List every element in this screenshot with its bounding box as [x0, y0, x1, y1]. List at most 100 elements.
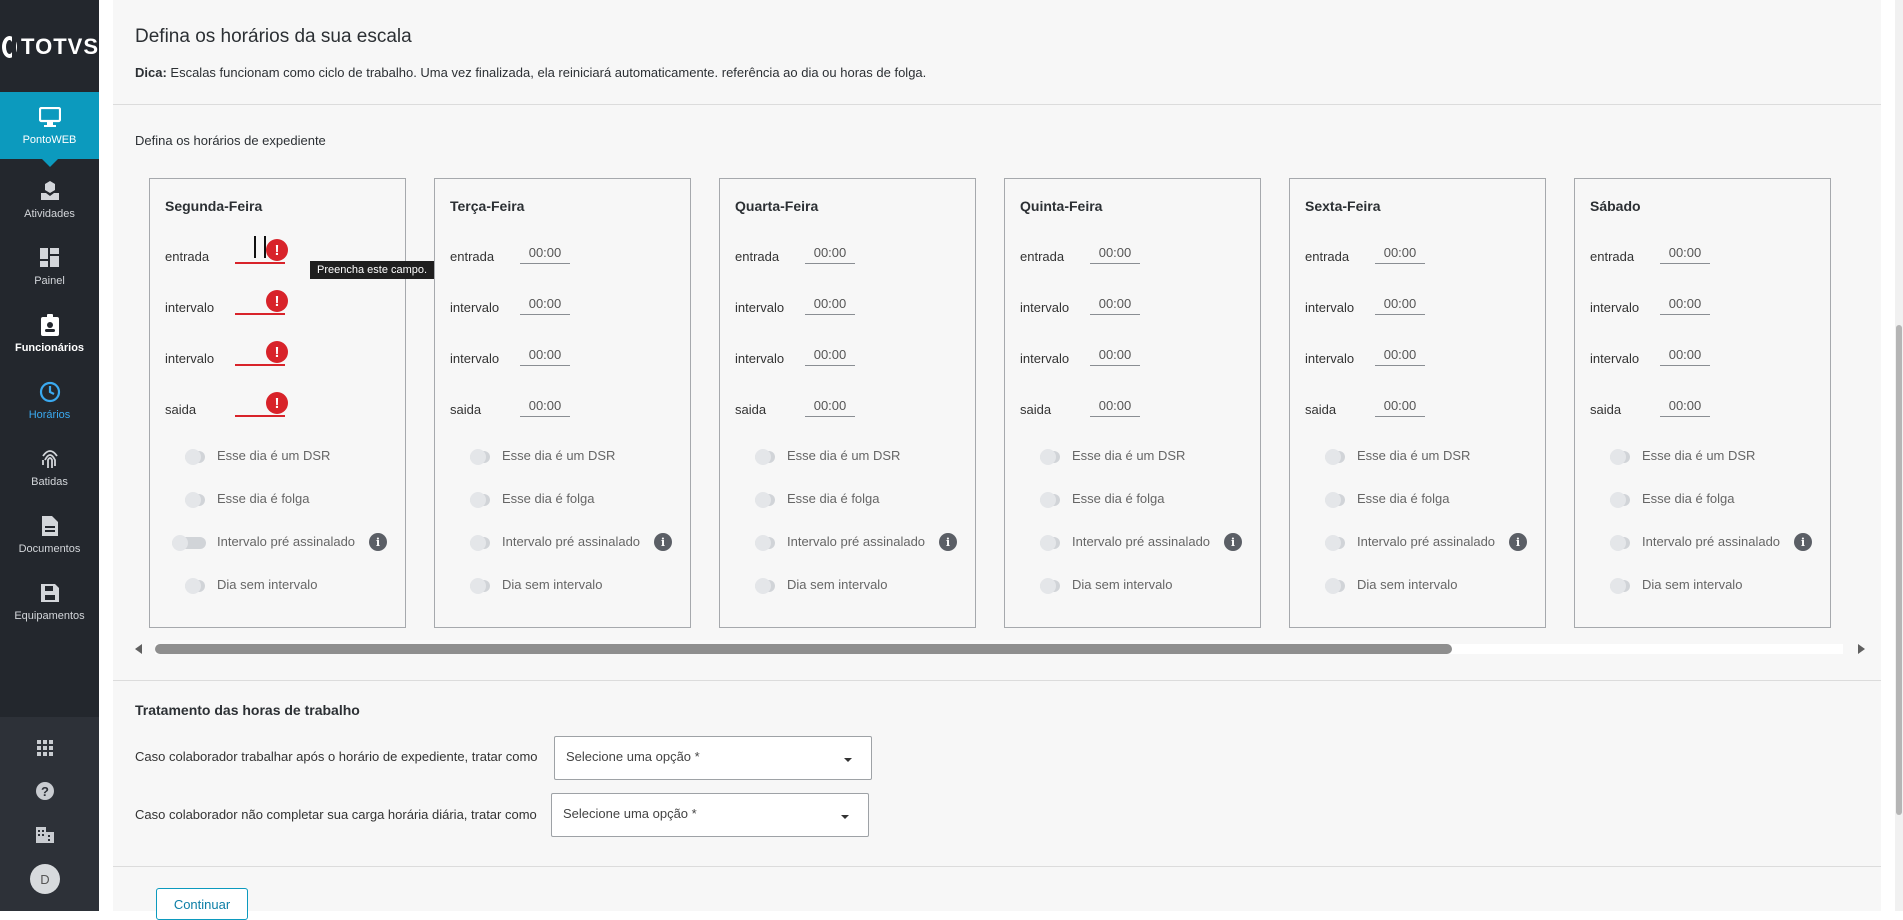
saida-time-input[interactable]: 00:00	[1660, 397, 1710, 417]
info-icon[interactable]: i	[1509, 533, 1527, 551]
sidebar-item-funcionarios[interactable]: Funcionários	[0, 300, 99, 367]
sidebar-item-label: Batidas	[31, 475, 68, 488]
error-icon: !	[266, 239, 288, 261]
saida-time-input[interactable]: 00:00	[1375, 397, 1425, 417]
overtime-select[interactable]: Selecione uma opção *	[554, 736, 872, 780]
toggle-label: Esse dia é folga	[1357, 491, 1450, 506]
sidebar-item-equipamentos[interactable]: Equipamentos	[0, 568, 99, 635]
totvs-logo[interactable]: TOTVS	[0, 30, 99, 64]
toggle-switch[interactable]	[755, 449, 775, 465]
toggle-switch[interactable]	[1610, 578, 1630, 594]
toggle-switch[interactable]	[1325, 449, 1345, 465]
scroll-right-icon[interactable]	[1858, 644, 1865, 654]
info-icon[interactable]: i	[654, 533, 672, 551]
intervalo-2-time-input[interactable]: 00:00	[1090, 346, 1140, 366]
continue-button[interactable]: Continuar	[156, 888, 248, 920]
vertical-scroll-thumb[interactable]	[1896, 325, 1902, 815]
time-row-label: entrada	[450, 249, 495, 264]
toggle-switch[interactable]	[1610, 535, 1630, 551]
scroll-thumb[interactable]	[155, 644, 1452, 654]
toggle-switch[interactable]	[755, 535, 775, 551]
toggle-switch[interactable]	[1325, 578, 1345, 594]
entrada-time-input[interactable]: 00:00	[1090, 244, 1140, 264]
toggle-label: Dia sem intervalo	[1642, 577, 1743, 592]
entrada-time-input[interactable]: 00:00	[1660, 244, 1710, 264]
intervalo-1-time-input[interactable]: 00:00	[1660, 295, 1710, 315]
toggle-switch[interactable]	[185, 492, 205, 508]
saida-time-input[interactable]: 00:00	[520, 397, 570, 417]
toggle-switch[interactable]	[470, 492, 490, 508]
intervalo-2-time-input[interactable]: 00:00	[805, 346, 855, 366]
info-icon[interactable]: i	[939, 533, 957, 551]
day-card-quarta-feira: Quarta-Feira entrada 00:00 intervalo 00:00 in…	[719, 178, 976, 628]
undertime-select[interactable]: Selecione uma opção *	[551, 793, 869, 837]
overtime-select-placeholder: Selecione uma opção *	[566, 749, 700, 764]
time-row-label: intervalo	[450, 351, 500, 366]
sidebar-item-painel[interactable]: Painel	[0, 233, 99, 300]
toggle-label: Intervalo pré assinalado	[1357, 534, 1496, 549]
totvs-logo-icon	[2, 36, 18, 58]
saida-time-input[interactable]: 00:00	[1090, 397, 1140, 417]
toggle-switch[interactable]	[1610, 492, 1630, 508]
day-card-sabado: Sábado entrada 00:00 intervalo 00:00 interval…	[1574, 178, 1831, 628]
sidebar-item-documentos[interactable]: Documentos	[0, 501, 99, 568]
time-row-label: intervalo	[735, 351, 785, 366]
day-title: Segunda-Feira	[165, 198, 263, 214]
intervalo-2-time-input[interactable]: 00:00	[1660, 346, 1710, 366]
entrada-time-input[interactable]: 00:00	[520, 244, 570, 264]
sidebar-item-label: Horários	[28, 408, 71, 421]
toggle-switch[interactable]	[1040, 492, 1060, 508]
toggle-switch[interactable]	[470, 535, 490, 551]
logo-text: TOTVS	[21, 34, 99, 59]
building-icon[interactable]	[34, 823, 56, 845]
toggle-switch[interactable]	[470, 449, 490, 465]
toggle-switch[interactable]	[1040, 449, 1060, 465]
toggle-switch[interactable]	[1325, 535, 1345, 551]
vertical-scrollbar[interactable]	[1895, 0, 1903, 911]
main-content: Defina os horários da sua escala Dica: E…	[113, 0, 1881, 920]
toggle-switch[interactable]	[1610, 449, 1630, 465]
toggle-switch[interactable]	[755, 578, 775, 594]
info-icon[interactable]: i	[1794, 533, 1812, 551]
toggle-switch[interactable]	[185, 449, 205, 465]
toggle-switch[interactable]	[470, 578, 490, 594]
time-row-label: intervalo	[1020, 300, 1070, 315]
sidebar-item-label: PontoWEB	[22, 133, 77, 146]
intervalo-1-time-input[interactable]: 00:00	[1375, 295, 1425, 315]
intervalo-1-time-input[interactable]: 00:00	[805, 295, 855, 315]
toggle-label: Esse dia é folga	[787, 491, 880, 506]
saida-time-input[interactable]: 00:00	[805, 397, 855, 417]
save-device-icon	[40, 582, 59, 604]
sidebar-item-horarios[interactable]: Horários	[0, 367, 99, 434]
tip-label: Dica:	[135, 65, 167, 80]
time-row-label: saida	[165, 402, 197, 417]
toggle-label: Dia sem intervalo	[787, 577, 888, 592]
info-icon[interactable]: i	[1224, 533, 1242, 551]
scroll-left-icon[interactable]	[135, 644, 142, 654]
avatar[interactable]: D	[30, 864, 60, 894]
intervalo-1-time-input[interactable]: 00:00	[1090, 295, 1140, 315]
sidebar-item-atividades[interactable]: Atividades	[0, 166, 99, 233]
toggle-switch[interactable]	[185, 578, 205, 594]
entrada-time-input[interactable]: 00:00	[805, 244, 855, 264]
toggle-switch[interactable]	[755, 492, 775, 508]
overtime-question-label: Caso colaborador trabalhar após o horári…	[135, 749, 538, 764]
info-icon[interactable]: i	[369, 533, 387, 551]
toggle-switch[interactable]	[1040, 535, 1060, 551]
toggle-switch[interactable]	[1040, 578, 1060, 594]
intervalo-2-time-input[interactable]: 00:00	[520, 346, 570, 366]
toggle-label: Intervalo pré assinalado	[502, 534, 641, 549]
apps-grid-icon[interactable]	[34, 737, 56, 759]
help-icon[interactable]: ?	[34, 780, 56, 802]
intervalo-1-time-input[interactable]: 00:00	[520, 295, 570, 315]
sidebar-item-pontoweb[interactable]: PontoWEB	[0, 92, 99, 167]
error-icon: !	[266, 392, 288, 414]
toggle-switch[interactable]	[172, 535, 206, 551]
entrada-time-input[interactable]: 00:00	[1375, 244, 1425, 264]
horizontal-scrollbar[interactable]	[135, 641, 1865, 657]
toggle-switch[interactable]	[1325, 492, 1345, 508]
page-title: Defina os horários da sua escala	[135, 26, 412, 47]
sidebar-item-batidas[interactable]: Batidas	[0, 434, 99, 501]
sidebar-item-label: Documentos	[18, 542, 81, 555]
intervalo-2-time-input[interactable]: 00:00	[1375, 346, 1425, 366]
